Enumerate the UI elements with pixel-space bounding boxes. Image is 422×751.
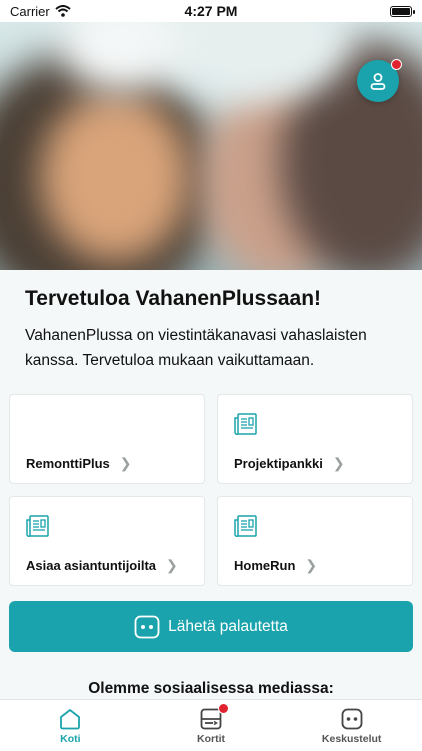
wifi-icon <box>55 5 71 17</box>
card-title: Projektipankki <box>234 456 323 471</box>
welcome-title: Tervetuloa VahanenPlussaan! <box>25 287 322 310</box>
chat-bubble-icon <box>134 615 160 638</box>
profile-notification-dot <box>391 59 402 70</box>
hero-image <box>0 22 422 270</box>
send-feedback-label: Lähetä palautetta <box>168 617 288 635</box>
card-title: HomeRun <box>234 558 296 573</box>
tab-bar: Koti Kortit Keskustelut <box>0 699 422 751</box>
card-asiaa-asiantuntijoilta[interactable]: Asiaa asiantuntijoilta ❯ <box>9 496 205 586</box>
welcome-section: Tervetuloa VahanenPlussaan! VahanenPluss… <box>25 287 405 373</box>
chat-icon <box>341 708 363 729</box>
battery-icon <box>389 5 415 17</box>
tab-keskustelut[interactable]: Keskustelut <box>281 700 422 751</box>
cards-notification-dot <box>218 702 229 714</box>
tab-label: Keskustelut <box>321 732 382 745</box>
welcome-text: VahanenPlussa on viestintäkanavasi vahas… <box>25 327 367 369</box>
chevron-right-icon: ❯ <box>332 455 345 471</box>
card-label: RemonttiPlus ❯ <box>26 455 132 472</box>
tab-koti[interactable]: Koti <box>0 700 141 751</box>
home-icon <box>60 708 81 729</box>
card-homerun[interactable]: HomeRun ❯ <box>217 496 413 586</box>
card-label: HomeRun ❯ <box>234 557 317 574</box>
card-remonttiplus[interactable]: RemonttiPlus ❯ <box>9 394 205 484</box>
status-bar: Carrier 4:27 PM <box>0 0 422 22</box>
profile-button[interactable] <box>357 59 402 102</box>
card-label: Projektipankki ❯ <box>234 455 345 472</box>
card-label: Asiaa asiantuntijoilta ❯ <box>26 557 178 574</box>
status-right <box>292 5 415 17</box>
card-title: Asiaa asiantuntijoilta <box>26 558 157 573</box>
chevron-right-icon: ❯ <box>166 557 178 573</box>
newspaper-icon <box>26 515 49 537</box>
status-left: Carrier <box>10 4 130 19</box>
newspaper-icon <box>234 413 257 435</box>
tab-label: Kortit <box>197 732 225 745</box>
card-projektipankki[interactable]: Projektipankki ❯ <box>217 394 413 484</box>
user-icon <box>370 73 386 90</box>
card-title: RemonttiPlus <box>26 456 110 471</box>
tab-kortit[interactable]: Kortit <box>141 700 282 751</box>
status-time: 4:27 PM <box>184 3 238 19</box>
newspaper-icon <box>234 515 257 537</box>
chevron-right-icon: ❯ <box>119 455 132 471</box>
social-media-heading: Olemme sosiaalisessa mediassa: <box>88 680 334 697</box>
cards-icon-wrap <box>199 702 229 731</box>
send-feedback-button[interactable]: Lähetä palautetta <box>9 601 413 652</box>
tab-label: Koti <box>60 732 81 745</box>
chevron-right-icon: ❯ <box>305 557 318 573</box>
carrier-label: Carrier <box>10 3 50 19</box>
